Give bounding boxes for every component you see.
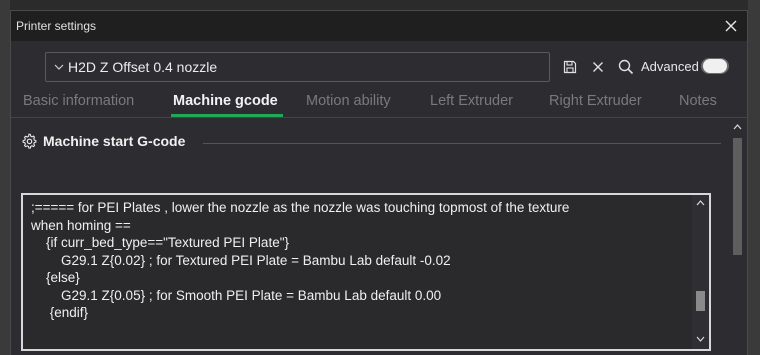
panel-scrollbar[interactable]: [727, 118, 747, 355]
panel-scroll-thumb[interactable]: [733, 138, 742, 255]
window-title: Printer settings: [16, 19, 97, 33]
preset-toolbar: H2D Z Offset 0.4 nozzle Advanced: [11, 41, 747, 97]
title-bar: Printer settings: [11, 11, 747, 41]
printer-settings-dialog: Printer settings H2D Z Offset 0.4 nozzle: [10, 10, 748, 355]
tab-right-extruder[interactable]: Right Extruder: [549, 93, 642, 109]
tab-motion-ability[interactable]: Motion ability: [306, 93, 391, 109]
editor-scroll-thumb[interactable]: [696, 291, 705, 311]
scroll-up-arrow-icon[interactable]: [696, 200, 705, 206]
search-settings-button[interactable]: [617, 58, 635, 76]
close-window-button[interactable]: [721, 16, 741, 36]
tab-basic-information[interactable]: Basic information: [23, 93, 134, 109]
tab-notes[interactable]: Notes: [679, 93, 717, 109]
save-preset-button[interactable]: [561, 58, 579, 76]
toggle-knob: [703, 59, 727, 73]
background-right-strip: [748, 0, 760, 355]
advanced-toggle[interactable]: [701, 58, 729, 74]
close-icon: [593, 62, 603, 72]
advanced-label: Advanced: [641, 59, 699, 74]
background-left-strip: [0, 0, 10, 355]
scroll-up-arrow-icon[interactable]: [733, 124, 742, 130]
close-icon: [725, 20, 737, 32]
machine-gcode-panel: Machine start G-code ;===== for PEI Plat…: [11, 118, 727, 355]
preset-value: H2D Z Offset 0.4 nozzle: [68, 59, 218, 75]
tab-left-extruder[interactable]: Left Extruder: [430, 93, 513, 109]
preset-select[interactable]: H2D Z Offset 0.4 nozzle: [45, 52, 550, 82]
editor-scrollbar[interactable]: [692, 195, 709, 349]
gcode-editor[interactable]: ;===== for PEI Plates , lower the nozzle…: [21, 193, 711, 351]
gcode-text[interactable]: ;===== for PEI Plates , lower the nozzle…: [31, 199, 681, 322]
scroll-down-arrow-icon[interactable]: [696, 336, 705, 342]
section-divider: [203, 143, 721, 144]
search-icon: [618, 59, 634, 75]
save-icon: [563, 60, 577, 74]
gear-icon: [22, 133, 37, 149]
section-title: Machine start G-code: [43, 133, 186, 149]
delete-preset-button[interactable]: [589, 58, 607, 76]
chevron-down-icon: [50, 64, 68, 70]
tab-machine-gcode[interactable]: Machine gcode: [173, 93, 278, 109]
section-header: Machine start G-code: [21, 133, 185, 149]
settings-tabs: Basic information Machine gcode Motion a…: [11, 93, 747, 117]
